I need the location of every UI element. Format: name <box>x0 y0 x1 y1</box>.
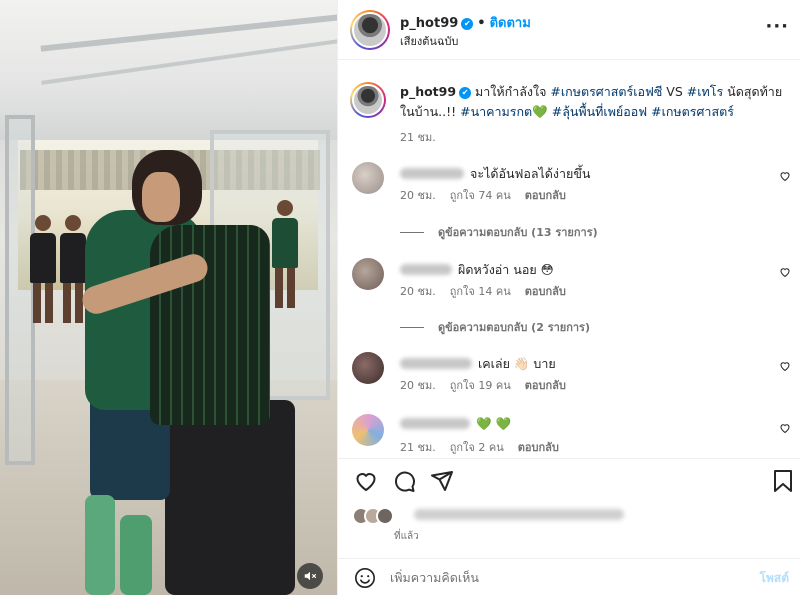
comment-likes[interactable]: ถูกใจ 14 คน <box>450 285 511 298</box>
verified-badge-icon: ✔ <box>459 87 472 99</box>
hashtag-link[interactable]: #เกษตรศาสตร์เอฟซี <box>550 84 662 99</box>
commenter-avatar[interactable] <box>352 258 384 290</box>
emoji-icon[interactable] <box>354 567 376 589</box>
heart-icon[interactable] <box>779 422 791 434</box>
comment-time: 20 ชม. <box>400 379 436 392</box>
replies-divider <box>400 327 424 328</box>
comment-likes[interactable]: ถูกใจ 2 คน <box>450 441 504 454</box>
view-replies-label: ดูข้อความตอบกลับ (2 รายการ) <box>438 321 590 334</box>
hashtag-link[interactable]: #นาคามรกต <box>460 104 532 119</box>
caption-username[interactable]: p_hot99 <box>400 84 456 99</box>
comment-time: 20 ชม. <box>400 285 436 298</box>
scene-person-pants <box>165 400 295 595</box>
liked-by-summary[interactable]: ที่แล้ว <box>352 505 792 545</box>
scene-person-face <box>142 172 180 222</box>
bookmark-icon[interactable] <box>772 469 794 493</box>
author-avatar[interactable] <box>350 10 390 50</box>
green-heart-emoji: 💚 <box>532 104 548 119</box>
verified-badge-icon: ✔ <box>461 18 474 30</box>
scene-person <box>272 200 298 308</box>
post-details-panel: p_hot99 ✔ • ติดตาม เสียงต้นฉบับ ··· p_hot99… <box>337 0 800 595</box>
mute-button[interactable] <box>297 563 323 589</box>
more-options-button[interactable]: ··· <box>765 16 789 37</box>
comment-line: ผิดหวังอ่า นอย 😳 <box>400 260 554 280</box>
speaker-muted-icon <box>304 571 317 581</box>
hashtag-link[interactable]: #เกษตรศาสตร์ <box>651 104 734 119</box>
comment-meta: 20 ชม. ถูกใจ 14 คน ตอบกลับ <box>400 282 580 300</box>
comment-time: 21 ชม. <box>400 441 436 454</box>
heart-icon[interactable] <box>779 360 791 372</box>
comment-line: 💚 💚 <box>400 416 511 432</box>
comment-line: จะได้อันฟอลได้ง่ายขึ้น <box>400 164 590 184</box>
commenter-username-blurred[interactable] <box>400 358 472 369</box>
dot-separator: • <box>477 16 486 31</box>
comment-text: จะได้อันฟอลได้ง่ายขึ้น <box>470 166 591 181</box>
hashtag-link[interactable]: #ลุ้นพื้นที่เพย์ออฟ <box>552 104 647 119</box>
scene-person-sock <box>85 495 115 595</box>
audio-label[interactable]: เสียงต้นฉบับ <box>400 32 458 50</box>
caption-segment: VS <box>662 84 687 99</box>
author-username[interactable]: p_hot99 <box>400 16 458 31</box>
commenter-avatar[interactable] <box>352 162 384 194</box>
comment-text: ผิดหวังอ่า นอย 😳 <box>458 262 554 277</box>
commenter-avatar[interactable] <box>352 414 384 446</box>
comment-meta: 21 ชม. ถูกใจ 2 คน ตอบกลับ <box>400 438 573 456</box>
reply-button[interactable]: ตอบกลับ <box>525 189 566 202</box>
scene-person <box>30 215 56 323</box>
scene-person-sock <box>120 515 152 595</box>
heart-icon[interactable] <box>354 469 378 493</box>
commenter-username-blurred[interactable] <box>400 418 470 429</box>
comment-likes[interactable]: ถูกใจ 19 คน <box>450 379 511 392</box>
comment-input[interactable] <box>390 567 730 587</box>
comment-line: เคเล่ย 👋🏻 บาย <box>400 354 556 374</box>
hashtag-link[interactable]: #เทโร <box>687 84 723 99</box>
commenter-username-blurred[interactable] <box>400 264 452 275</box>
post-comment-button[interactable]: โพสต์ <box>760 569 789 588</box>
post-media-video[interactable] <box>0 0 337 595</box>
view-replies-button[interactable]: ดูข้อความตอบกลับ (2 รายการ) <box>400 318 590 336</box>
caption-segment: มาให้กำลังใจ <box>475 84 551 99</box>
replies-divider <box>400 232 424 233</box>
post-header: p_hot99 ✔ • ติดตาม เสียงต้นฉบับ ··· <box>338 0 800 60</box>
comment-icon[interactable] <box>392 469 416 493</box>
liked-by-text-blurred <box>414 509 624 520</box>
view-replies-label: ดูข้อความตอบกลับ (13 รายการ) <box>438 226 598 239</box>
comment-time: 20 ชม. <box>400 189 436 202</box>
commenter-avatar[interactable] <box>352 352 384 384</box>
heart-icon[interactable] <box>779 266 791 278</box>
caption-timestamp: 21 ชม. <box>400 131 436 144</box>
liker-avatar <box>376 507 394 525</box>
comment-meta: 20 ชม. ถูกใจ 74 คน ตอบกลับ <box>400 186 580 204</box>
commenter-username-blurred[interactable] <box>400 168 464 179</box>
reply-button[interactable]: ตอบกลับ <box>518 441 559 454</box>
comment-text: เคเล่ย 👋🏻 บาย <box>478 356 556 371</box>
comment-text: 💚 💚 <box>476 416 512 431</box>
caption-text: p_hot99 ✔ มาให้กำลังใจ #เกษตรศาสตร์เอฟซี … <box>400 82 792 148</box>
comment-likes[interactable]: ถูกใจ 74 คน <box>450 189 511 202</box>
follow-button[interactable]: ติดตาม <box>490 16 531 31</box>
add-comment-bar: โพสต์ <box>338 558 800 595</box>
reply-button[interactable]: ตอบกลับ <box>525 379 566 392</box>
caption-author-avatar[interactable] <box>350 82 386 118</box>
heart-icon[interactable] <box>779 170 791 182</box>
reply-button[interactable]: ตอบกลับ <box>525 285 566 298</box>
scene-person-striped-jersey <box>150 225 270 425</box>
post-actions-bar <box>338 458 800 502</box>
scene-person <box>60 215 86 323</box>
author-line: p_hot99 ✔ • ติดตาม <box>400 12 531 33</box>
post-timestamp: ที่แล้ว <box>394 531 419 542</box>
comment-meta: 20 ชม. ถูกใจ 19 คน ตอบกลับ <box>400 376 580 394</box>
view-replies-button[interactable]: ดูข้อความตอบกลับ (13 รายการ) <box>400 223 598 241</box>
paper-plane-icon[interactable] <box>430 469 454 493</box>
